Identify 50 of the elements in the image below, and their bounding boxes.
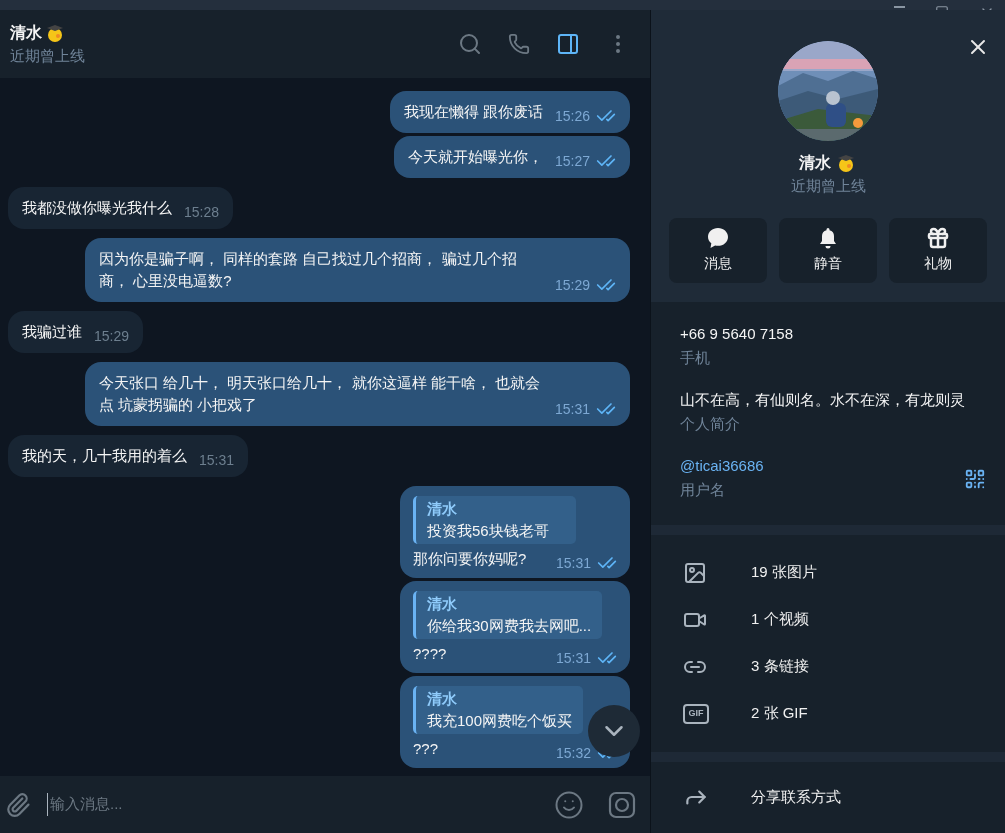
reply-text: 你给我30网费我去网吧...	[427, 616, 592, 636]
message-text: 今天张口 给几十， 明天张口给几十， 就你这逼样 能干啥， 也就会点 坑蒙拐骗的 小把戏了	[99, 373, 541, 415]
username-link[interactable]: @ticai36686	[680, 454, 964, 477]
profile-action-button[interactable]: 静音	[779, 217, 877, 283]
message-time: 15:31	[199, 451, 235, 470]
message-text: 我现在懒得 跟你废话	[403, 102, 543, 122]
message-time: 15:32	[555, 744, 591, 763]
message-text: ???	[413, 739, 439, 759]
message-text: 我骗过谁	[22, 322, 82, 342]
message-time: 15:28	[184, 203, 220, 222]
reply-quote[interactable]: 清水 你给我30网费我去网吧...	[413, 591, 603, 639]
media-row[interactable]: GIF 2 张 GIF	[683, 693, 973, 734]
reply-author: 清水	[427, 689, 458, 709]
message-composer[interactable]: 输入消息...	[0, 776, 650, 833]
message-time: 15:31	[555, 554, 591, 573]
gif-icon: GIF	[683, 703, 709, 724]
media-row[interactable]: 19 张图片	[683, 552, 973, 593]
reply-text: 投资我56块钱老哥	[427, 521, 550, 541]
media-row[interactable]: 1 个视频	[683, 599, 973, 640]
profile-action-button[interactable]: 礼物	[889, 217, 987, 283]
message-input[interactable]: 输入消息...	[47, 793, 554, 816]
message-time: 15:31	[554, 400, 590, 419]
phone-label: 手机	[680, 347, 711, 368]
message-text: 因为你是骗子啊， 同样的套路 自己找过几个招商， 骗过几个招商， 心里没电逼数?	[99, 249, 518, 291]
bio-text: 山不在高，有仙则名。水不在深，有龙则灵	[680, 389, 966, 410]
reply-author: 清水	[427, 594, 458, 614]
contact-name[interactable]: 清水	[10, 20, 42, 45]
message-time: 15:26	[554, 107, 590, 126]
bio-label: 个人简介	[680, 413, 741, 434]
message-text: ????	[413, 644, 447, 664]
share-contact-row[interactable]: 分享联系方式	[651, 761, 1005, 833]
message-text: 我都没做你曝光我什么	[22, 198, 172, 218]
username-label: 用户名	[680, 479, 726, 500]
media-row[interactable]: 3 条链接	[683, 646, 973, 687]
phone-number[interactable]: +66 9 5640 7158	[680, 322, 976, 345]
message-text: 我的天，几十我用的着么	[22, 446, 187, 466]
reply-quote[interactable]: 清水 我充100网费吃个饭买	[413, 686, 584, 734]
profile-action-button[interactable]: 消息	[669, 217, 767, 283]
message-time: 15:29	[94, 327, 130, 346]
reply-text: 我充100网费吃个饭买	[427, 711, 573, 731]
message-time: 15:27	[554, 152, 590, 171]
profile-name: 清水	[799, 153, 831, 173]
profile-status: 近期曾上线	[790, 176, 866, 196]
message-time: 15:31	[555, 649, 591, 668]
reply-author: 清水	[427, 499, 458, 519]
message-text: 那你问要你妈呢?	[413, 549, 527, 569]
contact-status: 近期曾上线	[10, 45, 86, 66]
reply-quote[interactable]: 清水 投资我56块钱老哥	[413, 496, 577, 544]
message-text: 今天就开始曝光你，	[407, 147, 543, 167]
message-time: 15:29	[554, 276, 590, 295]
